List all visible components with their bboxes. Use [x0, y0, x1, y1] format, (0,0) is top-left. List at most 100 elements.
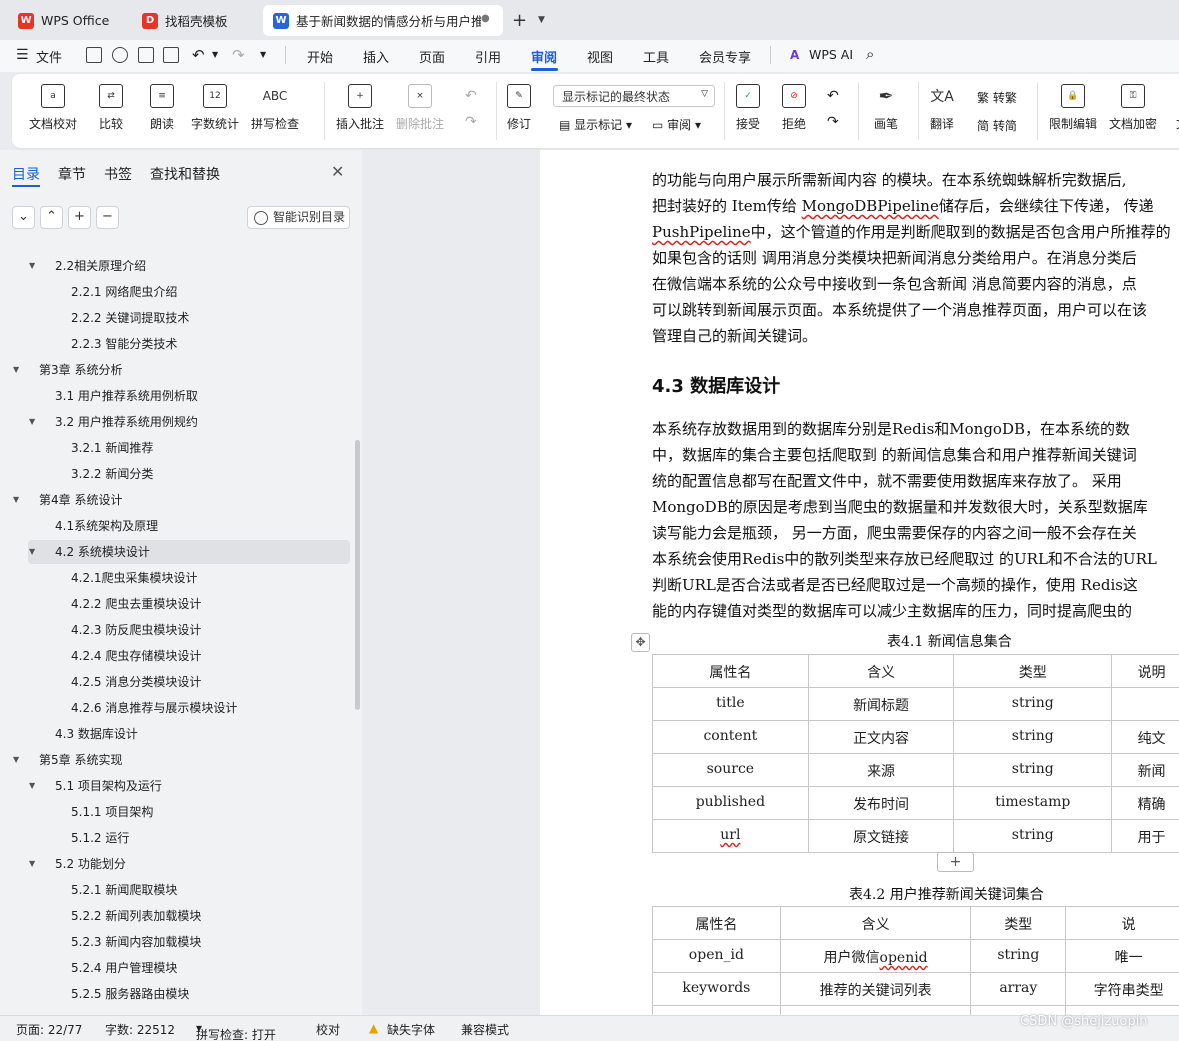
news-info-table[interactable]: 属性名 含义 类型 说明 title 新闻标题 string content 正文内容 strin… — [652, 654, 1179, 853]
chevron-down-icon[interactable]: ▼ — [29, 410, 35, 434]
table-cell[interactable]: open_id — [652, 939, 781, 973]
word-count[interactable]: 字数: 22512 — [105, 1021, 175, 1038]
table-cell[interactable]: published — [652, 786, 809, 820]
toc-item[interactable]: 5.2.2 新闻列表加载模块 — [28, 904, 350, 928]
table-cell[interactable]: 发布时间 — [807, 786, 955, 820]
missing-font-status[interactable]: 缺失字体 — [387, 1021, 435, 1038]
print-preview-icon[interactable] — [163, 47, 179, 63]
next-change-icon[interactable]: ↷ — [827, 114, 839, 130]
table-cell[interactable]: 属性名 — [652, 906, 781, 940]
toc-item[interactable]: 5.1.2 运行 — [28, 826, 350, 850]
expand-down-button[interactable]: ⌄ — [12, 206, 35, 229]
chevron-down-icon[interactable]: ▼ — [29, 540, 35, 564]
doc-check-button[interactable]: a 文档校对 — [29, 84, 77, 132]
toc-item[interactable]: 3.1 用户推荐系统用例析取 — [28, 384, 350, 408]
unsaved-dot-icon[interactable]: ● — [481, 13, 490, 24]
chevron-down-icon[interactable]: ▼ — [29, 774, 35, 798]
table-cell[interactable]: 含义 — [807, 654, 955, 688]
table-cell[interactable]: 推荐的标签列表 — [779, 1005, 972, 1015]
tab-docer[interactable]: D 找稻壳模板 — [132, 5, 257, 36]
chevron-down-icon[interactable]: ▼ — [13, 748, 19, 772]
translate-button[interactable]: 文A 翻译 — [930, 84, 954, 132]
hamburger-icon[interactable]: ☰ — [16, 47, 29, 63]
next-comment-icon[interactable]: ↷ — [465, 114, 477, 130]
table-cell[interactable]: 用于 — [1111, 819, 1179, 853]
add-heading-button[interactable]: + — [68, 206, 91, 229]
table-cell[interactable] — [1111, 687, 1179, 721]
table-cell[interactable]: array — [970, 972, 1067, 1006]
toc-item[interactable]: 4.2.1爬虫采集模块设计 — [28, 566, 350, 590]
table-cell[interactable]: 纯文 — [1111, 720, 1179, 754]
table-cell[interactable]: string — [953, 687, 1113, 721]
toc-item[interactable]: 5.2.5 服务器路由模块 — [28, 982, 350, 1006]
chevron-down-icon[interactable]: ▼ — [29, 254, 35, 278]
close-icon[interactable]: ✕ — [331, 162, 344, 181]
toc-item[interactable]: 5.1.1 项目架构 — [28, 800, 350, 824]
table-cell[interactable]: 说 — [1065, 906, 1179, 940]
menu-wps-ai[interactable]: WPS AI — [809, 47, 853, 62]
tab-find-replace[interactable]: 查找和替换 — [150, 164, 220, 184]
menu-review[interactable]: 审阅 — [531, 47, 557, 66]
table-cell[interactable]: string — [970, 939, 1067, 973]
table-cell[interactable]: 类型 — [970, 906, 1067, 940]
search-icon[interactable]: ⌕ — [866, 45, 874, 63]
table-cell[interactable]: string — [953, 819, 1113, 853]
table-cell[interactable]: url — [652, 819, 809, 853]
table-cell[interactable]: 来源 — [807, 753, 955, 787]
toc-item[interactable]: 4.1系统架构及原理 — [28, 514, 350, 538]
tab-wps-office[interactable]: W WPS Office — [8, 5, 124, 36]
table-cell[interactable]: 用户微信openid — [779, 939, 972, 973]
table-cell[interactable]: 精确 — [1111, 786, 1179, 820]
restrict-edit-button[interactable]: 🔒 限制编辑 — [1049, 84, 1097, 132]
table-cell[interactable]: timestamp — [953, 786, 1113, 820]
chevron-down-icon[interactable]: ▼ — [13, 488, 19, 512]
toc-item[interactable]: 2.2.1 网络爬虫介绍 — [28, 280, 350, 304]
table-move-handle-icon[interactable]: ✥ — [631, 633, 650, 652]
table-cell[interactable]: string — [953, 753, 1113, 787]
toc-item[interactable]: 5.2.1 新闻爬取模块 — [28, 878, 350, 902]
collapse-up-button[interactable]: ⌃ — [40, 206, 63, 229]
menu-view[interactable]: 视图 — [587, 47, 613, 66]
table-cell[interactable]: 类型 — [953, 654, 1113, 688]
tab-list-chevron-icon[interactable]: ▼ — [538, 15, 545, 25]
toc-item[interactable]: ▼ 3.2 用户推荐系统用例规约 — [28, 410, 350, 434]
share-icon[interactable] — [112, 47, 128, 63]
table-cell[interactable]: 含义 — [779, 906, 972, 940]
menu-file[interactable]: 文件 — [36, 47, 62, 66]
accept-button[interactable]: ✓ 接受 — [736, 84, 760, 132]
table-cell[interactable]: 新闻标题 — [807, 687, 955, 721]
toc-item[interactable]: 4.2.5 消息分类模块设计 — [28, 670, 350, 694]
table-cell[interactable]: 正文内容 — [807, 720, 955, 754]
table-cell[interactable]: 新闻 — [1111, 753, 1179, 787]
toc-item[interactable]: 4.2.2 爬虫去重模块设计 — [28, 592, 350, 616]
save-icon[interactable] — [86, 47, 102, 63]
read-aloud-button[interactable]: ≡ 朗读 — [150, 84, 174, 132]
print-icon[interactable] — [138, 47, 154, 63]
spell-check-button[interactable]: ABC 拼写检查 — [251, 84, 299, 132]
table-cell[interactable]: keywords — [652, 972, 781, 1006]
undo-chevron-icon[interactable]: ▼ — [212, 50, 218, 59]
add-row-button[interactable]: + — [937, 852, 974, 872]
smart-toc-button[interactable]: 智能识别目录 — [247, 206, 350, 229]
menu-insert[interactable]: 插入 — [363, 47, 389, 66]
menu-member[interactable]: 会员专享 — [699, 47, 751, 66]
toc-item[interactable]: 4.2.3 防反爬虫模块设计 — [28, 618, 350, 642]
redo-icon[interactable]: ↷ — [232, 46, 245, 64]
show-markup-button[interactable]: ▤ 显示标记 ▾ — [559, 116, 632, 133]
toc-item[interactable]: 4.2.4 爬虫存储模块设计 — [28, 644, 350, 668]
toc-item[interactable]: ▼ 5.1 项目架构及运行 — [28, 774, 350, 798]
table-cell[interactable]: source — [652, 753, 809, 787]
menu-reference[interactable]: 引用 — [475, 47, 501, 66]
toc-item[interactable]: 4.2.6 消息推荐与展示模块设计 — [28, 696, 350, 720]
table-cell[interactable]: 说明 — [1111, 654, 1179, 688]
tab-bookmarks[interactable]: 书签 — [104, 164, 132, 184]
chevron-down-icon[interactable]: ▼ — [13, 358, 19, 382]
review-pane-button[interactable]: ▭ 审阅 ▾ — [652, 116, 701, 133]
reject-button[interactable]: ⊘ 拒绝 — [782, 84, 806, 132]
more-chevron-icon[interactable]: ▼ — [260, 50, 266, 59]
toc-item[interactable]: 2.2.3 智能分类技术 — [28, 332, 350, 356]
compare-button[interactable]: ⇄ 比较 — [99, 84, 123, 132]
remove-heading-button[interactable]: − — [96, 206, 119, 229]
toc-item[interactable]: ▼ 第3章 系统分析 — [13, 358, 350, 382]
toc-item[interactable]: 3.2.2 新闻分类 — [28, 462, 350, 486]
